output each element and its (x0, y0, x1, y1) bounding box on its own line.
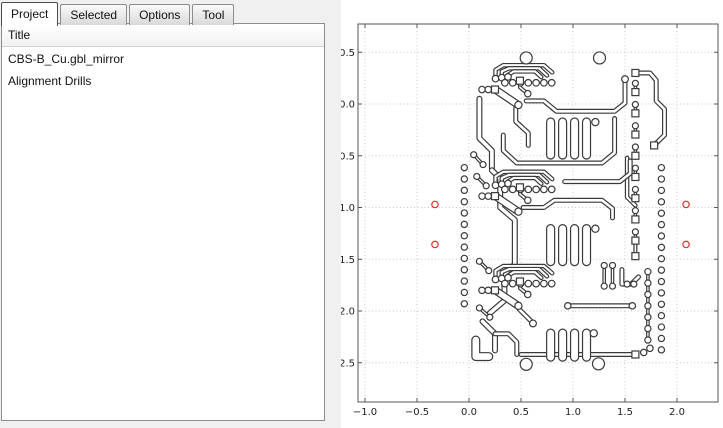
svg-text:0.0: 0.0 (461, 407, 477, 418)
project-list-header: Title (2, 24, 324, 47)
flatcam-window: −1.0 −0.5 0.0 0.5 1.0 1.5 2.0 0.5 0.0 −0.5 −1.0 −1.… (0, 0, 723, 428)
svg-text:−0.5: −0.5 (405, 407, 429, 418)
svg-text:−0.5: −0.5 (341, 151, 355, 162)
tab-tool[interactable]: Tool (192, 4, 234, 25)
svg-text:−2.5: −2.5 (341, 358, 355, 369)
project-item-gerber-layer[interactable]: CBS-B_Cu.gbl_mirror (2, 47, 324, 69)
svg-text:−2.0: −2.0 (341, 307, 355, 318)
tab-selected[interactable]: Selected (60, 4, 127, 25)
svg-text:1.5: 1.5 (617, 407, 633, 418)
tab-project[interactable]: Project (1, 2, 58, 26)
tab-options[interactable]: Options (129, 4, 190, 25)
svg-text:−1.0: −1.0 (341, 203, 355, 214)
project-item-alignment-drills[interactable]: Alignment Drills (2, 69, 324, 91)
svg-text:0.5: 0.5 (513, 407, 529, 418)
svg-text:2.0: 2.0 (669, 407, 685, 418)
svg-text:−1.5: −1.5 (341, 255, 355, 266)
svg-text:−1.0: −1.0 (353, 407, 377, 418)
pcb-plot-canvas[interactable]: −1.0 −0.5 0.0 0.5 1.0 1.5 2.0 0.5 0.0 −0.5 −1.0 −1.… (341, 0, 723, 428)
plot-figure: −1.0 −0.5 0.0 0.5 1.0 1.5 2.0 0.5 0.0 −0.5 −1.0 −1.… (341, 0, 723, 428)
svg-text:0.5: 0.5 (341, 48, 355, 59)
project-panel: Title CBS-B_Cu.gbl_mirror Alignment Dril… (1, 23, 325, 421)
svg-text:0.0: 0.0 (341, 100, 355, 111)
svg-text:1.0: 1.0 (565, 407, 581, 418)
panel-tab-bar: Project Selected Options Tool (1, 2, 236, 25)
